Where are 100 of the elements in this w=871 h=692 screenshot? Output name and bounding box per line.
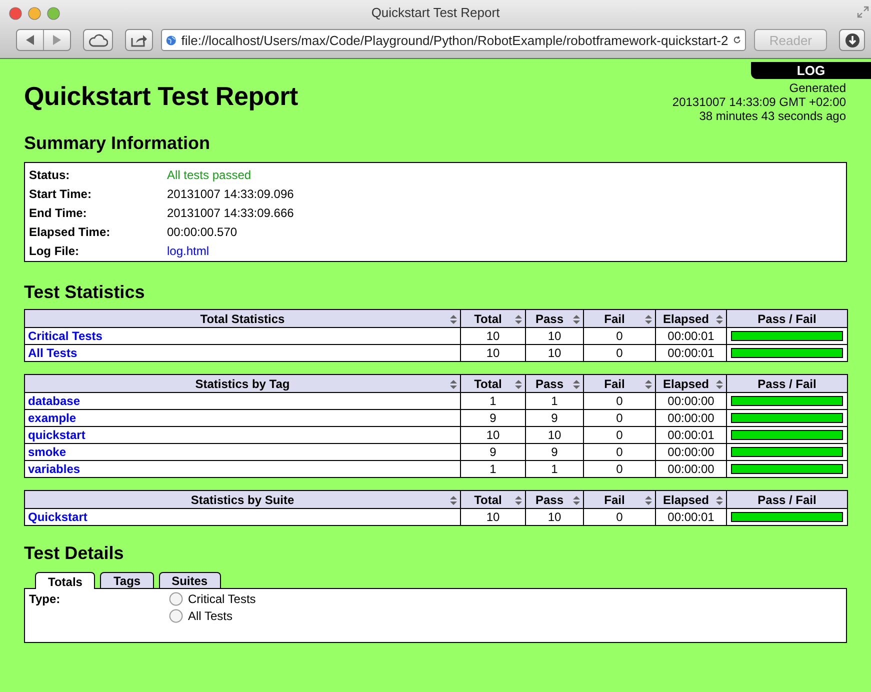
share-icon <box>131 34 147 46</box>
radio-option[interactable]: All Tests <box>169 609 842 623</box>
zoom-button[interactable] <box>47 6 60 20</box>
table-cell: 1 <box>551 394 558 408</box>
stat-link[interactable]: example <box>28 411 76 425</box>
radio-option[interactable]: Critical Tests <box>169 592 842 606</box>
table-cell: 10 <box>486 428 500 442</box>
generated-text: 38 minutes 43 seconds ago <box>699 109 846 123</box>
table-cell: 10 <box>486 346 500 360</box>
field-label: Start Time: <box>29 186 92 200</box>
log-link[interactable]: LOG <box>751 62 871 79</box>
tab[interactable]: Suites <box>158 572 221 588</box>
stat-link[interactable]: All Tests <box>28 346 78 360</box>
table-cell: 0 <box>616 346 623 360</box>
table-cell: 00:00:00 <box>668 445 714 459</box>
sort-icon[interactable] <box>450 496 457 505</box>
sort-icon[interactable] <box>716 496 723 505</box>
table-cell: 0 <box>616 510 623 524</box>
tab[interactable]: Totals <box>35 572 96 589</box>
stat-link[interactable]: variables <box>28 462 80 476</box>
cloud-icon <box>88 34 108 46</box>
sort-icon[interactable] <box>645 496 652 505</box>
download-icon <box>844 32 860 48</box>
cloud-button[interactable] <box>83 29 113 51</box>
sort-icon[interactable] <box>573 380 580 389</box>
table-cell: 1 <box>490 462 496 476</box>
table-cell: 10 <box>486 329 500 343</box>
log-file-link[interactable]: log.html <box>167 244 842 258</box>
table-cell: 00:00:00 <box>668 462 714 476</box>
report-title: Quickstart Test Report <box>24 81 298 112</box>
close-button[interactable] <box>9 6 22 20</box>
table-cell: 10 <box>548 428 562 442</box>
table-cell: 10 <box>548 510 562 524</box>
table-cell: 1 <box>551 462 558 476</box>
section-heading: Test Statistics <box>23 282 146 304</box>
minimize-button[interactable] <box>28 6 41 20</box>
table-cell: 00:00:01 <box>668 428 714 442</box>
radio-button[interactable] <box>169 592 183 606</box>
table-cell: 0 <box>616 411 623 425</box>
sort-icon[interactable] <box>515 315 522 324</box>
table-cell: 10 <box>548 346 562 360</box>
column-header: Pass / Fail <box>758 376 816 390</box>
sort-icon[interactable] <box>573 496 580 505</box>
table-cell: 00:00:00 <box>668 411 714 425</box>
stat-link[interactable]: database <box>28 394 80 408</box>
field-label: End Time: <box>29 206 88 220</box>
table-cell: 9 <box>490 411 496 425</box>
reload-icon[interactable] <box>733 34 742 46</box>
column-header: Pass / Fail <box>758 312 816 326</box>
window-title: Quickstart Test Report <box>371 5 500 20</box>
field-label: Status: <box>29 168 71 182</box>
table-cell: 00:00:01 <box>668 329 714 343</box>
stat-link[interactable]: smoke <box>28 445 66 459</box>
table-cell: 10 <box>486 510 500 524</box>
radio-button[interactable] <box>169 609 183 623</box>
column-header[interactable]: Statistics by Suite <box>190 492 294 506</box>
sort-icon[interactable] <box>716 315 723 324</box>
field-label: Log File: <box>29 244 80 258</box>
column-header: Pass / Fail <box>758 492 816 506</box>
sort-icon[interactable] <box>515 496 522 505</box>
section-heading: Summary Information <box>23 133 212 155</box>
table-cell: 00:00:00 <box>668 394 714 408</box>
left-arrow-icon <box>26 35 34 45</box>
field-label: Type: <box>29 592 62 608</box>
table-cell: 00:00:01 <box>668 346 714 360</box>
table-cell: 0 <box>616 329 623 343</box>
table-cell: 10 <box>548 329 562 343</box>
field-label: Elapsed Time: <box>29 224 112 238</box>
column-header[interactable]: Total Statistics <box>200 312 285 326</box>
sort-icon[interactable] <box>716 380 723 389</box>
table-cell: 0 <box>616 445 623 459</box>
table-cell: 9 <box>551 445 558 459</box>
field-value: 00:00:00.570 <box>167 224 238 238</box>
downloads-button[interactable] <box>839 29 865 51</box>
field-value: 20131007 14:33:09.666 <box>167 206 295 220</box>
table-cell: 0 <box>616 428 623 442</box>
sort-icon[interactable] <box>573 315 580 324</box>
stat-link[interactable]: Critical Tests <box>28 329 102 343</box>
share-button[interactable] <box>125 29 153 51</box>
table-cell: 0 <box>616 462 623 476</box>
generated-text: 20131007 14:33:09 GMT +02:00 <box>672 95 846 109</box>
sort-icon[interactable] <box>450 315 457 324</box>
table-cell: 0 <box>616 394 623 408</box>
section-heading: Test Details <box>23 543 125 565</box>
right-arrow-icon <box>53 35 61 45</box>
fullscreen-icon[interactable] <box>857 6 869 18</box>
tab[interactable]: Tags <box>100 572 154 588</box>
generated-text: Generated <box>789 81 846 95</box>
sort-icon[interactable] <box>515 380 522 389</box>
sort-icon[interactable] <box>645 315 652 324</box>
stat-link[interactable]: Quickstart <box>28 510 88 524</box>
table-cell: 9 <box>551 411 558 425</box>
sort-icon[interactable] <box>450 380 457 389</box>
column-header[interactable]: Statistics by Tag <box>195 376 290 390</box>
address-field[interactable]: file://localhost/Users/max/Code/Playground/Python/RobotExample/robotframework-quickstart-2 <box>161 29 746 51</box>
sort-icon[interactable] <box>645 380 652 389</box>
table-cell: 9 <box>490 445 496 459</box>
status-value: All tests passed <box>167 168 252 182</box>
stat-link[interactable]: quickstart <box>28 428 86 442</box>
table-cell: 00:00:01 <box>668 510 714 524</box>
